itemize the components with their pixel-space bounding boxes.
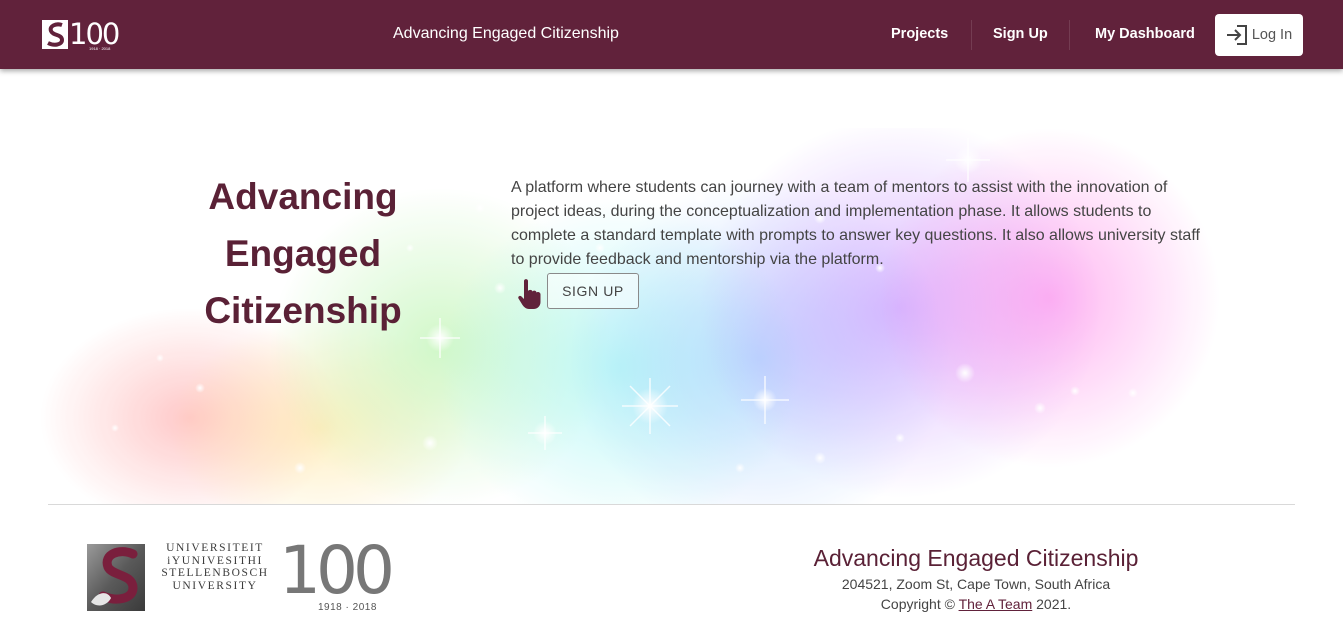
the-a-team-link[interactable]: The A Team <box>959 596 1033 612</box>
footer-title: Advancing Engaged Citizenship <box>813 545 1139 571</box>
footer-address: 204521, Zoom St, Cape Town, South Africa <box>841 576 1111 592</box>
hero-section: Advancing Engaged Citizenship A platform… <box>0 128 1343 504</box>
login-label: Log In <box>1251 27 1293 43</box>
nav-link-my-dashboard[interactable]: My Dashboard <box>1095 26 1195 42</box>
university-name: UNIVERSITEIT iYUNIVESITHI STELLENBOSCH U… <box>160 542 270 592</box>
login-button[interactable]: Log In <box>1215 14 1303 56</box>
sign-in-icon <box>1226 25 1248 45</box>
brand-years-text: 1918 · 2018 <box>89 46 111 51</box>
nav-link-projects[interactable]: Projects <box>891 26 948 42</box>
footer-divider <box>48 504 1295 505</box>
hero-heading-line: Advancing <box>208 176 398 217</box>
hero-heading-line: Engaged <box>224 233 382 274</box>
navbar: 100 1918 · 2018 Advancing Engaged Citize… <box>0 0 1343 69</box>
hero-heading: Advancing Engaged Citizenship <box>180 168 426 339</box>
navbar-title[interactable]: Advancing Engaged Citizenship <box>393 25 619 43</box>
hero-heading-line: Citizenship <box>204 290 402 331</box>
nav-divider <box>1069 20 1070 50</box>
university-name-line: UNIVERSITY <box>172 579 258 592</box>
hero-description: A platform where students can journey wi… <box>511 179 1200 268</box>
university-name-line: STELLENBOSCH <box>161 567 269 579</box>
nav-divider <box>971 20 972 50</box>
brand-logo[interactable]: 100 1918 · 2018 <box>42 17 134 51</box>
centenary-years: 1918 · 2018 <box>318 602 377 613</box>
footer-copyright: Copyright © The A Team 2021. <box>805 596 1147 612</box>
signup-button[interactable]: SIGN UP <box>547 273 639 309</box>
hand-pointer-icon <box>517 278 543 310</box>
centenary-100-mark: 100 <box>279 532 395 609</box>
nav-link-sign-up[interactable]: Sign Up <box>993 26 1048 42</box>
copyright-prefix: Copyright © <box>880 596 955 612</box>
university-name-line: iYUNIVESITHI <box>167 554 263 567</box>
copyright-year: 2021. <box>1036 596 1072 612</box>
university-name-line: UNIVERSITEIT <box>166 542 264 554</box>
